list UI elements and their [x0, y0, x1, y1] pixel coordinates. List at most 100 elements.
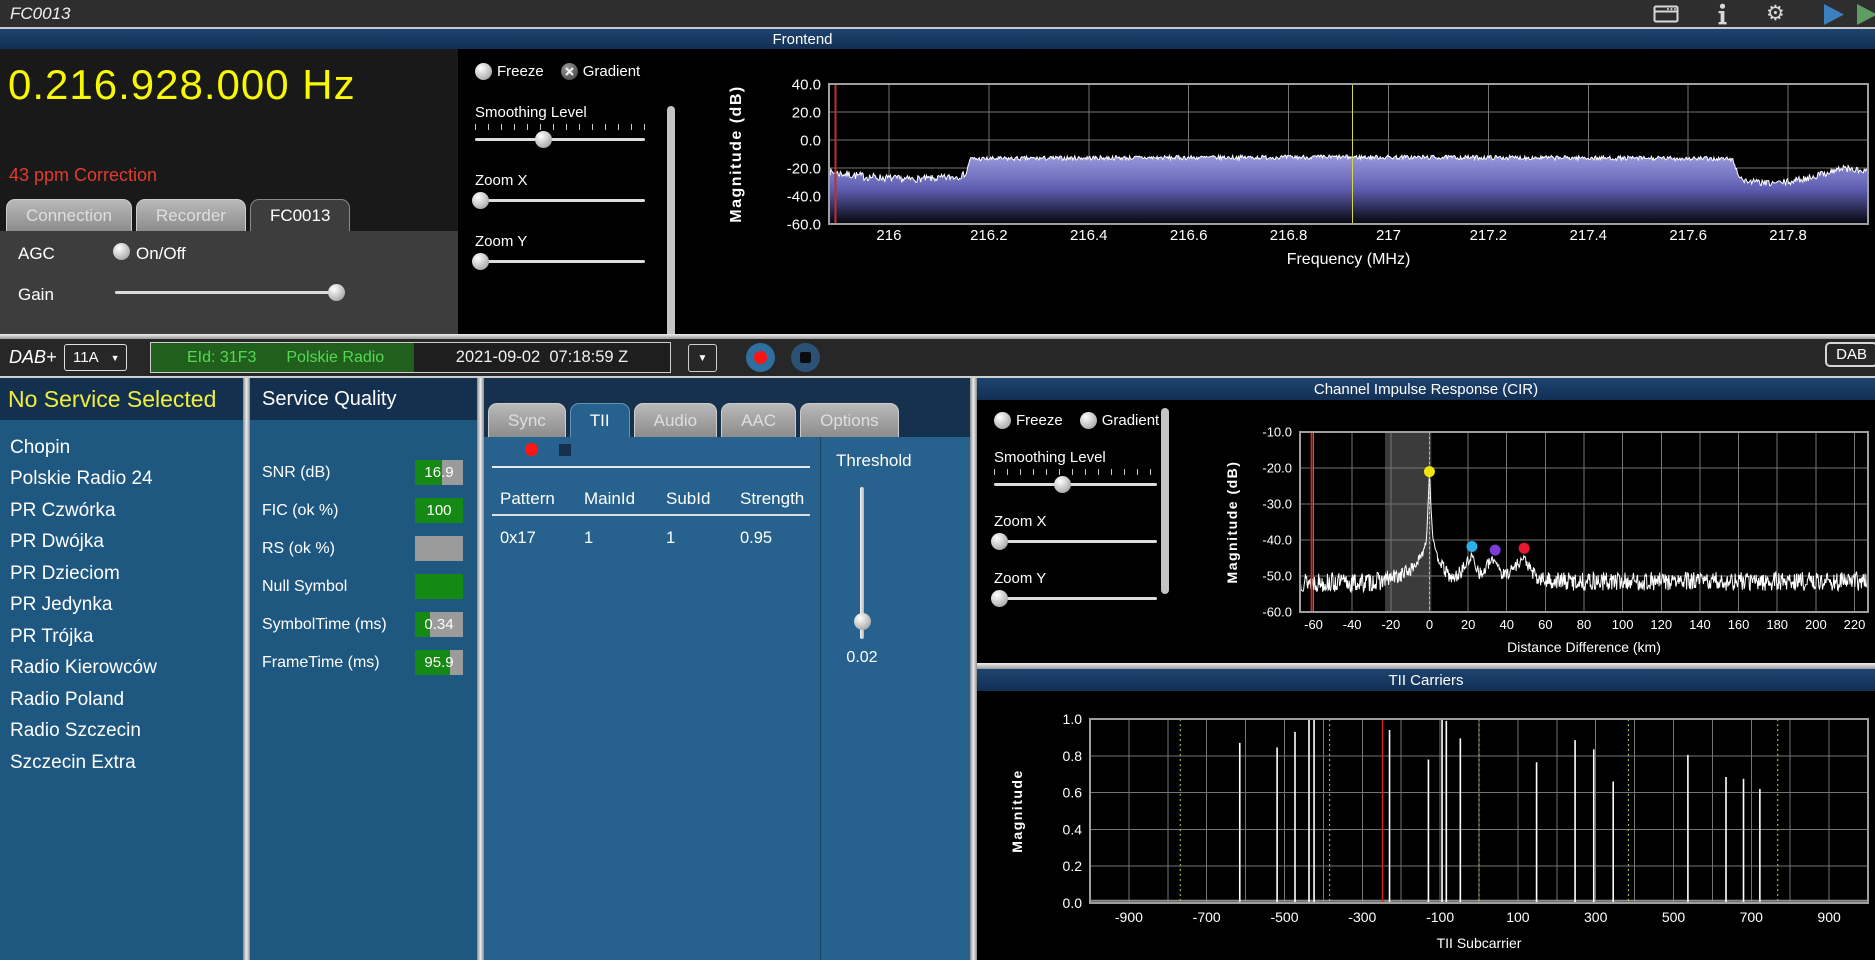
- frontend-left-panel: 0.216.928.000 Hz 43 ppm Correction Conne…: [0, 49, 458, 334]
- agc-label: AGC: [18, 244, 55, 263]
- window-icon[interactable]: [1653, 5, 1680, 29]
- tii-record-icon[interactable]: [525, 443, 538, 456]
- svg-text:-500: -500: [1270, 909, 1298, 925]
- cir-smoothing-level-slider[interactable]: [994, 476, 1157, 493]
- station-radio-kierowc-w[interactable]: Radio Kierowców: [0, 653, 243, 685]
- dab-mode-label: DAB+: [9, 347, 57, 367]
- channel-select[interactable]: 11A ▼: [64, 344, 127, 371]
- cir-plot-controls: Freeze Gradient Smoothing Level Zoom X Zoom …: [977, 400, 1173, 663]
- frontend-zoom-y-slider[interactable]: [472, 253, 645, 270]
- service-list-panel: No Service Selected Chopin Polskie Radio …: [0, 378, 243, 960]
- cir-zoom-x-label: Zoom X: [994, 513, 1047, 530]
- frontend-tab-recorder[interactable]: Recorder: [136, 199, 246, 231]
- record-button[interactable]: [746, 343, 775, 372]
- frontend-zoom-x-knob[interactable]: [472, 192, 490, 209]
- quality-badge: 100: [415, 498, 463, 523]
- tuned-frequency: 0.216.928.000 Hz: [8, 61, 356, 108]
- tii-col-pattern: Pattern: [500, 489, 555, 508]
- tii-tab-content: Pattern MainId SubId Strength 0x17 1 1 0.95 Th…: [484, 437, 970, 960]
- frontend-controls-scrollbar[interactable]: [667, 106, 675, 354]
- cir-zoom-x-slider[interactable]: [990, 533, 1157, 550]
- tii-carriers-title: TII Carriers: [1388, 671, 1464, 689]
- splitter-services-quality[interactable]: [243, 378, 250, 960]
- quality-value: 100: [426, 502, 452, 519]
- quality-rows: SNR (dB) 16.9 FIC (ok %) 100 RS (ok %) Null S…: [250, 420, 477, 682]
- station-pr-czw-rka[interactable]: PR Czwórka: [0, 495, 243, 527]
- cir-smoothing-level-knob[interactable]: [1054, 476, 1072, 493]
- freeze-label: Freeze: [497, 63, 544, 80]
- station-polskie-radio-24[interactable]: Polskie Radio 24: [0, 464, 243, 496]
- frontend-radio-row: Freeze Gradient: [475, 63, 690, 80]
- splitter-detail-right[interactable]: [970, 378, 977, 960]
- frontend-gradient-radio[interactable]: Gradient: [560, 63, 640, 80]
- agc-radio[interactable]: [113, 243, 130, 260]
- cir-zoom-x-knob[interactable]: [990, 533, 1008, 550]
- station-szczecin-extra[interactable]: Szczecin Extra: [0, 747, 243, 779]
- quality-label: FrameTime (ms): [262, 654, 380, 671]
- detail-tab-tii[interactable]: TII: [569, 403, 630, 437]
- cir-freeze-radio[interactable]: Freeze: [994, 412, 1063, 429]
- detail-tab-options[interactable]: Options: [800, 403, 899, 437]
- svg-text:-30.0: -30.0: [1262, 497, 1292, 512]
- quality-badge: 0.34: [415, 612, 463, 637]
- svg-text:-60.0: -60.0: [1262, 605, 1292, 620]
- svg-text:217.4: 217.4: [1569, 227, 1607, 244]
- play-blue-icon[interactable]: [1823, 4, 1845, 30]
- play-green-icon[interactable]: [1856, 4, 1875, 30]
- station-pr-jedynka[interactable]: PR Jedynka: [0, 590, 243, 622]
- station-radio-poland[interactable]: Radio Poland: [0, 684, 243, 716]
- frontend-zoom-y-knob[interactable]: [472, 253, 490, 270]
- agc-option-label: On/Off: [136, 244, 186, 263]
- splitter-quality-detail[interactable]: [477, 378, 484, 960]
- station-dropdown-button[interactable]: ▼: [688, 344, 717, 372]
- tii-carriers-header: TII Carriers: [977, 669, 1875, 691]
- svg-text:216: 216: [876, 227, 901, 244]
- threshold-knob[interactable]: [854, 613, 871, 630]
- tii-carriers-chart: -900 -700 -500 -300 -100 100 300 500 700 900 0.0 0.…: [977, 691, 1875, 960]
- frontend-tab-connection[interactable]: Connection: [6, 199, 133, 231]
- detail-tab-sync[interactable]: Sync: [488, 403, 566, 437]
- station-pr-dzieciom[interactable]: PR Dzieciom: [0, 558, 243, 590]
- svg-text:Distance Difference (km): Distance Difference (km): [1507, 639, 1661, 655]
- cir-controls-scrollbar[interactable]: [1161, 408, 1169, 594]
- station-pr-dw-jka[interactable]: PR Dwójka: [0, 527, 243, 559]
- dab-bar: DAB+ 11A ▼ EId: 31F3 Polskie Radio 2021-…: [0, 339, 1875, 376]
- svg-text:-300: -300: [1348, 909, 1376, 925]
- svg-text:1.0: 1.0: [1063, 711, 1083, 727]
- cir-body: Freeze Gradient Smoothing Level Zoom X Zoom …: [977, 400, 1875, 663]
- threshold-slider[interactable]: [846, 487, 878, 639]
- quality-badge: [415, 574, 463, 599]
- info-icon[interactable]: [1716, 3, 1729, 31]
- stop-button[interactable]: [791, 343, 820, 372]
- frontend-zoom-x-slider[interactable]: [472, 192, 645, 209]
- frontend-section: 0.216.928.000 Hz 43 ppm Correction Conne…: [0, 49, 1875, 354]
- cir-zoom-y-knob[interactable]: [990, 590, 1008, 607]
- station-chopin[interactable]: Chopin: [0, 432, 243, 464]
- frontend-smoothing-level-slider[interactable]: [475, 131, 645, 148]
- gain-slider[interactable]: [115, 284, 345, 301]
- tii-stop-icon[interactable]: [559, 444, 571, 456]
- service-quality-panel: Service Quality SNR (dB) 16.9 FIC (ok %) 10…: [250, 378, 477, 960]
- gradient-radio-ball: [560, 63, 578, 80]
- svg-text:0: 0: [1426, 617, 1433, 632]
- svg-text:-100: -100: [1426, 909, 1454, 925]
- svg-text:217.6: 217.6: [1669, 227, 1707, 244]
- gain-knob[interactable]: [327, 284, 345, 301]
- svg-text:220: 220: [1844, 617, 1866, 632]
- title-bar: FC0013 ⚙: [0, 0, 1875, 29]
- frontend-tab-fc0013[interactable]: FC0013: [249, 199, 351, 231]
- cir-zoom-y-label: Zoom Y: [994, 570, 1047, 587]
- detail-tab-audio[interactable]: Audio: [633, 403, 718, 437]
- cir-zoom-y-slider[interactable]: [990, 590, 1157, 607]
- svg-text:140: 140: [1689, 617, 1711, 632]
- cir-gradient-radio[interactable]: Gradient: [1079, 412, 1159, 429]
- station-radio-szczecin[interactable]: Radio Szczecin: [0, 716, 243, 748]
- settings-gear-icon[interactable]: ⚙: [1766, 1, 1785, 25]
- station-pr-tr-jka[interactable]: PR Trójka: [0, 621, 243, 653]
- svg-text:-40.0: -40.0: [1262, 533, 1292, 548]
- gain-label: Gain: [18, 285, 54, 304]
- frontend-freeze-radio[interactable]: Freeze: [475, 63, 544, 80]
- detail-tab-aac[interactable]: AAC: [721, 403, 797, 437]
- frontend-smoothing-level-knob[interactable]: [535, 131, 552, 148]
- svg-text:40.0: 40.0: [792, 76, 821, 93]
